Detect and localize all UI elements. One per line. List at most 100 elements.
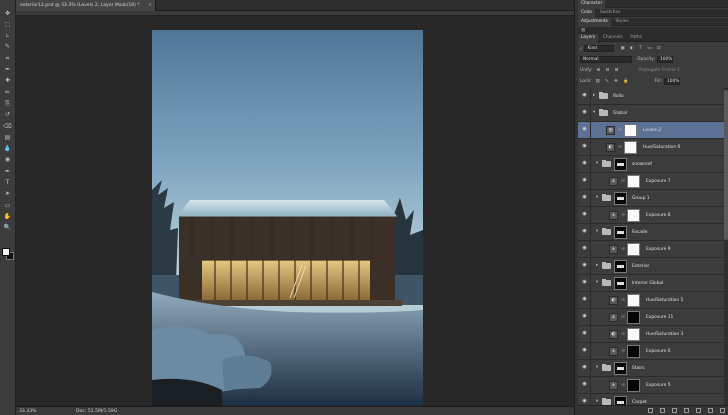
layer-row[interactable]: ◉ ± ∞ Exposure 8: [578, 207, 724, 224]
visibility-eye-icon[interactable]: ◉: [581, 365, 588, 370]
visibility-eye-icon[interactable]: ◉: [581, 331, 588, 336]
zoom-level[interactable]: 33.33%: [19, 407, 37, 415]
expand-arrow-icon[interactable]: ▸: [596, 262, 598, 270]
group-mask-thumbnail[interactable]: [614, 362, 627, 375]
group-mask-thumbnail[interactable]: [614, 260, 627, 273]
healing-tool-icon[interactable]: ✚: [3, 78, 12, 85]
propagate-label[interactable]: Propagate Frame 1: [638, 68, 680, 73]
layer-row[interactable]: ◉ ± ∞ Exposure 6: [578, 343, 724, 360]
layer-row[interactable]: ◉ ◐ ∞ Hue/Saturation 3: [578, 326, 724, 343]
tab-paths[interactable]: Paths: [627, 34, 645, 42]
layer-mask-thumbnail[interactable]: [624, 124, 637, 137]
visibility-eye-icon[interactable]: ◉: [581, 399, 588, 404]
chain-link-icon[interactable]: ∞: [618, 144, 622, 151]
group-mask-thumbnail[interactable]: [614, 158, 627, 171]
expand-arrow-icon[interactable]: ▾: [593, 109, 595, 117]
visibility-eye-icon[interactable]: ◉: [581, 297, 588, 302]
layer-name[interactable]: Exposure 11: [646, 309, 673, 326]
tab-adjustments[interactable]: Adjustments: [578, 18, 611, 26]
tab-color[interactable]: Color: [578, 9, 596, 17]
type-tool-icon[interactable]: T: [3, 180, 12, 187]
layer-mask-thumbnail[interactable]: [627, 328, 640, 341]
expand-arrow-icon[interactable]: ▾: [596, 279, 598, 287]
layer-row[interactable]: ◉ ± ∞ Exposure 9: [578, 241, 724, 258]
layer-row[interactable]: ◉ ▾ Stairs: [578, 360, 724, 377]
expand-arrow-icon[interactable]: ▾: [596, 160, 598, 168]
expand-arrow-icon[interactable]: ▸: [593, 92, 595, 100]
hue-icon[interactable]: ◐: [609, 330, 618, 339]
blend-mode-select[interactable]: Normal: [580, 56, 632, 63]
eraser-tool-icon[interactable]: ⌫: [3, 123, 12, 130]
layer-name[interactable]: Stairs: [632, 360, 645, 377]
marquee-tool-icon[interactable]: ⬚: [3, 21, 12, 28]
layer-mask-thumbnail[interactable]: [627, 209, 640, 222]
history-brush-tool-icon[interactable]: ↺: [3, 112, 12, 119]
chain-link-icon[interactable]: ∞: [621, 212, 625, 219]
pen-tool-icon[interactable]: ✒: [3, 168, 12, 175]
layer-row[interactable]: ◉ ◐ ∞ Hue/Saturation 5: [578, 292, 724, 309]
filter-kind-select[interactable]: Kind: [584, 45, 615, 52]
visibility-eye-icon[interactable]: ◉: [581, 144, 588, 149]
layer-name[interactable]: Exposure 9: [646, 241, 671, 258]
group-mask-thumbnail[interactable]: [614, 192, 627, 205]
layer-row[interactable]: ◉ ▾ Interior Global: [578, 275, 724, 292]
document-canvas[interactable]: [152, 30, 423, 408]
move-tool-icon[interactable]: ✥: [3, 10, 12, 17]
layer-mask-thumbnail[interactable]: [627, 345, 640, 358]
layer-name[interactable]: Group 1: [632, 190, 650, 207]
group-mask-thumbnail[interactable]: [614, 396, 627, 405]
expand-arrow-icon[interactable]: ▾: [596, 194, 598, 202]
layer-name[interactable]: Facade: [632, 224, 647, 241]
chain-link-icon[interactable]: ∞: [621, 178, 625, 185]
layer-name[interactable]: Exposure 7: [646, 173, 671, 190]
clone-stamp-tool-icon[interactable]: ⎘: [3, 100, 12, 107]
trash-icon[interactable]: [720, 408, 725, 413]
layer-mask-thumbnail[interactable]: [627, 243, 640, 256]
exposure-icon[interactable]: ±: [609, 381, 618, 390]
layer-name[interactable]: Hue/Saturation 3: [646, 326, 683, 343]
visibility-eye-icon[interactable]: ◉: [581, 314, 588, 319]
layer-row[interactable]: ◉ ▸ Exterior: [578, 258, 724, 275]
layer-row[interactable]: ◉ ▾ Group 1: [578, 190, 724, 207]
opacity-field[interactable]: 100%: [657, 56, 674, 63]
visibility-eye-icon[interactable]: ◉: [581, 178, 588, 183]
layer-row[interactable]: ◉ ± ∞ Exposure 11: [578, 309, 724, 326]
zoom-tool-icon[interactable]: 🔍: [3, 225, 12, 232]
layer-row[interactable]: ◉ ▸ Rollo: [578, 88, 724, 105]
expand-arrow-icon[interactable]: ▾: [596, 228, 598, 236]
layer-name[interactable]: Hue/Saturation 6: [643, 139, 680, 156]
new-group-icon[interactable]: [696, 408, 701, 413]
visibility-eye-icon[interactable]: ◉: [581, 280, 588, 285]
exposure-icon[interactable]: ±: [609, 245, 618, 254]
layer-row[interactable]: ◉ ▾ snowroof: [578, 156, 724, 173]
visibility-eye-icon[interactable]: ◉: [581, 263, 588, 268]
expand-arrow-icon[interactable]: ▾: [596, 398, 598, 405]
exposure-icon[interactable]: ±: [609, 313, 618, 322]
lasso-tool-icon[interactable]: ʟ: [3, 33, 12, 40]
filter-icons[interactable]: ▣ ◐ T ▭ ⊡: [620, 46, 662, 51]
chain-link-icon[interactable]: ∞: [618, 127, 622, 134]
visibility-eye-icon[interactable]: ◉: [581, 93, 588, 98]
group-mask-thumbnail[interactable]: [614, 226, 627, 239]
visibility-eye-icon[interactable]: ◉: [581, 110, 588, 115]
tab-styles[interactable]: Styles: [613, 18, 632, 26]
exposure-icon[interactable]: ±: [609, 177, 618, 186]
layer-row[interactable]: ◉ ± ∞ Exposure 5: [578, 377, 724, 394]
chain-link-icon[interactable]: ∞: [621, 331, 625, 338]
add-mask-icon[interactable]: [672, 408, 677, 413]
visibility-eye-icon[interactable]: ◉: [581, 348, 588, 353]
close-icon[interactable]: ×: [148, 0, 152, 11]
layer-row[interactable]: ◉ ◐ ∞ Hue/Saturation 6: [578, 139, 724, 156]
chain-link-icon[interactable]: ∞: [621, 297, 625, 304]
visibility-eye-icon[interactable]: ◉: [581, 195, 588, 200]
blur-tool-icon[interactable]: 💧: [3, 146, 12, 153]
layer-name[interactable]: snowroof: [632, 156, 652, 173]
tab-character[interactable]: Character: [578, 0, 606, 8]
visibility-eye-icon[interactable]: ◉: [581, 212, 588, 217]
visibility-eye-icon[interactable]: ◉: [581, 161, 588, 166]
exposure-icon[interactable]: ±: [609, 211, 618, 220]
layer-row[interactable]: ◉ ▾ Facade: [578, 224, 724, 241]
brush-tool-icon[interactable]: ✏: [3, 89, 12, 96]
hue-icon[interactable]: ◐: [606, 143, 615, 152]
eyedropper-tool-icon[interactable]: ✒: [3, 67, 12, 74]
